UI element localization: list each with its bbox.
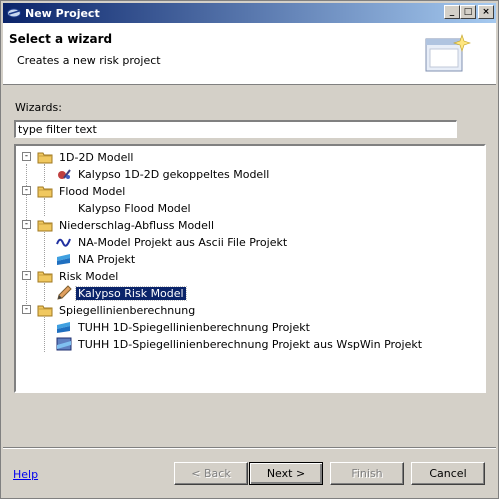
help-link[interactable]: Help [13, 468, 38, 481]
tree-item-kalypso-risk-model[interactable]: Kalypso Risk Model [56, 285, 187, 301]
tree-label: Niederschlag-Abfluss Modell [59, 218, 215, 232]
next-button[interactable]: Next > [249, 462, 323, 485]
tree-group-1d-2d-modell[interactable]: - 1D-2D Modell [21, 149, 136, 165]
collapse-toggle[interactable]: - [22, 305, 31, 314]
tree-label: Kalypso 1D-2D gekoppeltes Modell [78, 167, 270, 181]
tree-label: 1D-2D Modell [59, 150, 134, 164]
tree-item-na-model-ascii[interactable]: NA-Model Projekt aus Ascii File Projekt [56, 234, 289, 250]
tree-label: Kalypso Flood Model [78, 201, 191, 215]
folder-icon [37, 183, 53, 199]
wizard-header: Select a wizard Creates a new risk proje… [3, 23, 496, 85]
water-flow-icon [56, 319, 72, 335]
collapse-toggle[interactable]: - [22, 220, 31, 229]
tree-connector [44, 198, 45, 216]
header-title: Select a wizard [9, 32, 113, 46]
filter-input[interactable] [14, 120, 457, 138]
kalypso-1d2d-icon [56, 166, 72, 182]
water-flow-icon [56, 251, 72, 267]
tree-item-na-projekt[interactable]: NA Projekt [56, 251, 137, 267]
folder-icon [37, 217, 53, 233]
folder-icon [37, 149, 53, 165]
tree-item-kalypso-flood-model[interactable]: Kalypso Flood Model [56, 200, 193, 216]
title-bar[interactable]: New Project _ □ × [3, 3, 496, 23]
tree-item-tuhh-wspwin[interactable]: TUHH 1D-Spiegellinienberechnung Projekt … [56, 336, 424, 352]
cancel-button[interactable]: Cancel [411, 462, 485, 485]
tree-item-kalypso-1d-2d[interactable]: Kalypso 1D-2D gekoppeltes Modell [56, 166, 271, 182]
tree-label: Flood Model [59, 184, 126, 198]
wizard-banner-icon [424, 31, 472, 79]
tree-label: NA-Model Projekt aus Ascii File Projekt [78, 235, 288, 249]
tree-group-risk-model[interactable]: - Risk Model [21, 268, 120, 284]
pencil-icon [56, 285, 72, 301]
wave-icon [56, 234, 72, 250]
folder-icon [37, 268, 53, 284]
close-button[interactable]: × [478, 5, 494, 19]
tree-label: TUHH 1D-Spiegellinienberechnung Projekt … [78, 337, 423, 351]
wizard-tree[interactable]: - 1D-2D Modell Kalypso 1D-2D gekoppeltes… [14, 144, 486, 393]
collapse-toggle[interactable]: - [22, 186, 31, 195]
tree-connector [44, 317, 45, 352]
window-controls: _ □ × [444, 5, 494, 19]
back-button[interactable]: < Back [174, 462, 248, 485]
button-bar-separator [3, 447, 496, 449]
tree-connector [44, 283, 45, 301]
tree-group-spiegellinienberechnung[interactable]: - Spiegellinienberechnung [21, 302, 197, 318]
folder-icon [37, 302, 53, 318]
eclipse-app-icon [6, 5, 22, 21]
minimize-button[interactable]: _ [444, 5, 460, 19]
tree-connector [44, 232, 45, 267]
tree-label: Spiegellinienberechnung [59, 303, 196, 317]
header-description: Creates a new risk project [17, 54, 161, 67]
tree-connector [44, 164, 45, 182]
tree-item-tuhh-projekt[interactable]: TUHH 1D-Spiegellinienberechnung Projekt [56, 319, 312, 335]
collapse-toggle[interactable]: - [22, 271, 31, 280]
new-project-dialog: New Project _ □ × Select a wizard Create… [0, 0, 499, 499]
tree-label: NA Projekt [78, 252, 136, 266]
tree-label: Risk Model [59, 269, 119, 283]
blank-icon [56, 200, 72, 216]
tree-label: TUHH 1D-Spiegellinienberechnung Projekt [78, 320, 310, 334]
collapse-toggle[interactable]: - [22, 152, 31, 161]
maximize-button[interactable]: □ [460, 5, 476, 19]
window-title: New Project [25, 6, 100, 20]
tree-group-niederschlag-abfluss[interactable]: - Niederschlag-Abfluss Modell [21, 217, 216, 233]
wspwin-icon [56, 336, 72, 352]
tree-group-flood-model[interactable]: - Flood Model [21, 183, 127, 199]
finish-button[interactable]: Finish [330, 462, 404, 485]
tree-label: Kalypso Risk Model [75, 285, 187, 301]
wizards-label: Wizards: [15, 101, 62, 114]
